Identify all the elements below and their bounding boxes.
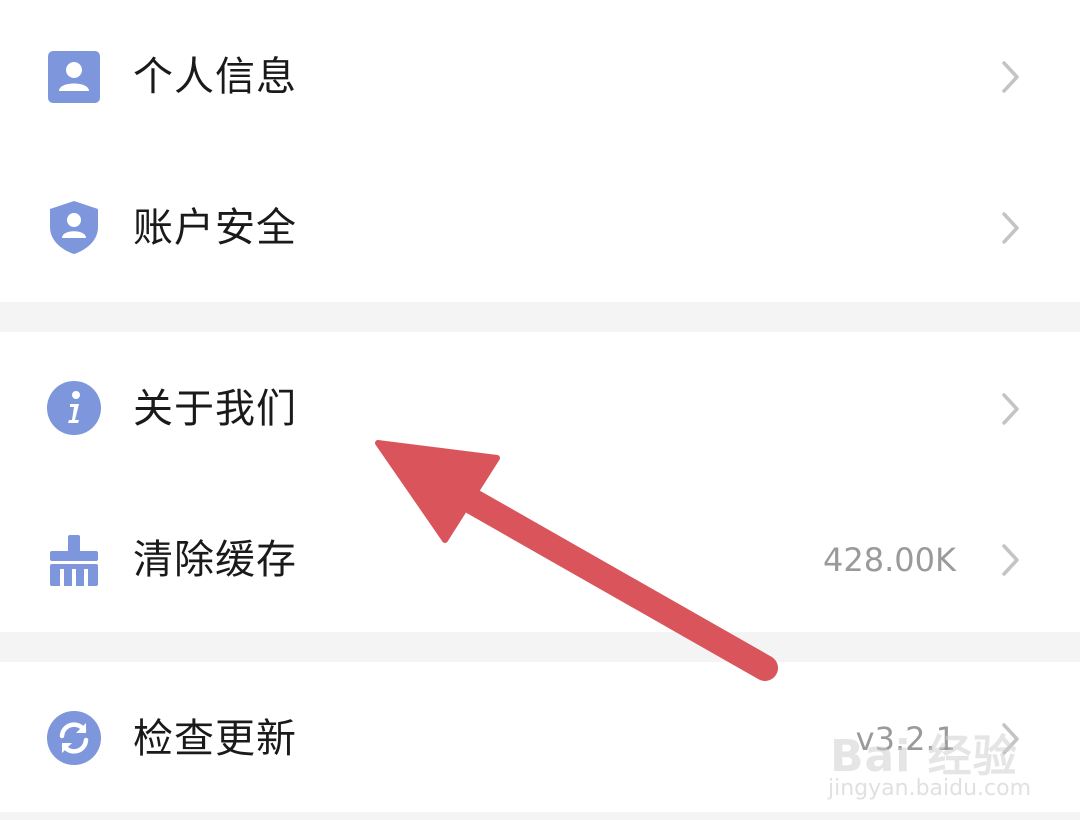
settings-row-clear-cache[interactable]: 清除缓存 428.00K: [0, 505, 1080, 615]
chevron-right-icon: [998, 389, 1024, 429]
baidu-jingyan-watermark: Bai 经验 jingyan.baidu.com: [820, 700, 1040, 810]
cache-size-value: 428.00K: [823, 541, 956, 579]
settings-row-label: 清除缓存: [133, 537, 297, 583]
settings-row-account-security[interactable]: 账户安全: [0, 173, 1080, 283]
settings-row-label: 关于我们: [133, 386, 297, 432]
settings-group-account: 个人信息 账户安全: [0, 0, 1080, 302]
shield-user-icon: [46, 199, 102, 255]
info-icon: [46, 380, 102, 436]
watermark-url: jingyan.baidu.com: [828, 776, 1032, 801]
settings-row-label: 检查更新: [133, 716, 297, 762]
settings-row-about-us[interactable]: 关于我们: [0, 354, 1080, 464]
settings-row-personal-info[interactable]: 个人信息: [0, 22, 1080, 132]
person-icon: [46, 49, 102, 105]
chevron-right-icon: [998, 208, 1024, 248]
refresh-icon: [46, 710, 102, 766]
settings-group-app: 关于我们 清除缓存 428.00K: [0, 332, 1080, 632]
broom-icon: [46, 533, 102, 589]
chevron-right-icon: [998, 540, 1024, 580]
chevron-right-icon: [998, 57, 1024, 97]
settings-row-label: 账户安全: [133, 205, 297, 251]
watermark-brand: Bai 经验: [830, 731, 1018, 782]
settings-row-label: 个人信息: [133, 54, 297, 100]
